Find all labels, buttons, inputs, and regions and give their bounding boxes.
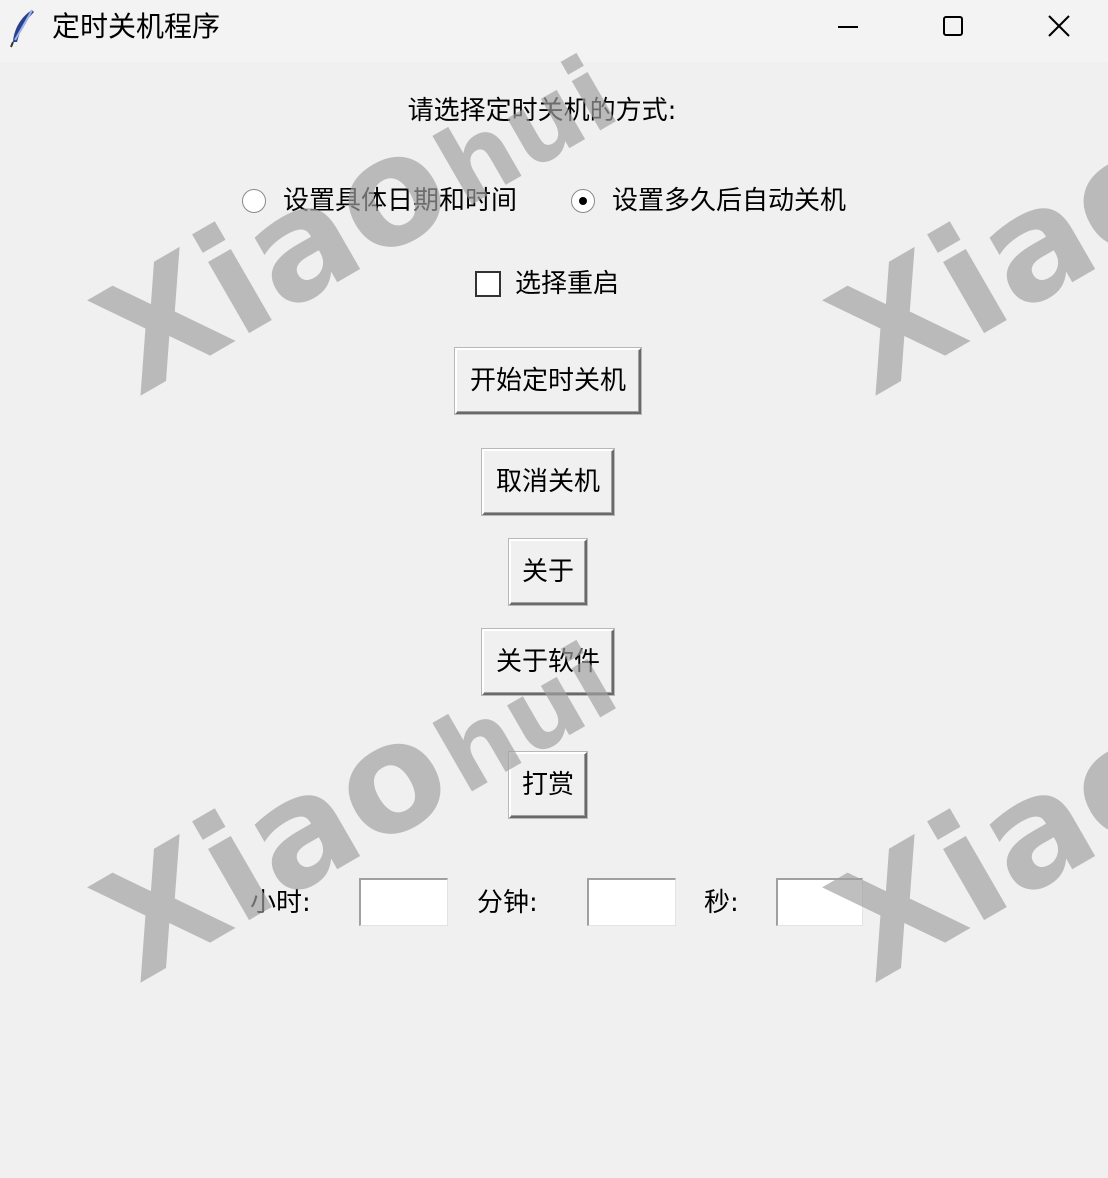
mode-prompt: 请选择定时关机的方式: xyxy=(407,96,677,126)
minutes-input[interactable] xyxy=(587,878,676,926)
checkbox-box[interactable] xyxy=(475,271,501,297)
window-title: 定时关机程序 xyxy=(52,10,221,43)
radio-countdown[interactable]: 设置多久后自动关机 xyxy=(571,184,846,218)
minimize-button[interactable] xyxy=(796,0,900,54)
watermark-text: Xiao xyxy=(804,679,1108,1016)
about-button[interactable]: 关于 xyxy=(509,539,587,605)
cancel-shutdown-button[interactable]: 取消关机 xyxy=(482,449,614,515)
radio-label: 设置具体日期和时间 xyxy=(283,186,518,216)
checkbox-label: 选择重启 xyxy=(515,269,620,299)
maximize-button[interactable] xyxy=(900,0,1004,54)
radio-button-indicator[interactable] xyxy=(571,189,595,213)
about-software-button[interactable]: 关于软件 xyxy=(482,629,614,695)
start-shutdown-button[interactable]: 开始定时关机 xyxy=(455,348,641,414)
watermark: Xiao hui xyxy=(804,8,1108,428)
watermark-text: Xiao xyxy=(69,679,478,1016)
app-window: 定时关机程序 请选择定时关机的方式: 设置具体日期和时间 设置多久后自动关机 选… xyxy=(0,0,1108,1178)
maximize-icon xyxy=(943,16,963,36)
minutes-label: 分钟: xyxy=(477,888,538,918)
hours-input[interactable] xyxy=(359,878,448,926)
radio-selected-dot xyxy=(579,197,587,205)
reward-button[interactable]: 打赏 xyxy=(509,752,587,818)
seconds-input[interactable] xyxy=(776,878,863,926)
watermark-text: Xiao xyxy=(804,92,1108,429)
title-bar[interactable]: 定时关机程序 xyxy=(0,0,1108,62)
radio-button-indicator[interactable] xyxy=(242,189,266,213)
radio-specific-datetime[interactable]: 设置具体日期和时间 xyxy=(242,184,517,218)
watermark-text: Xiao xyxy=(69,92,478,429)
seconds-label: 秒: xyxy=(704,888,739,918)
radio-label: 设置多久后自动关机 xyxy=(612,186,847,216)
feather-icon xyxy=(8,8,38,48)
minimize-icon xyxy=(838,26,858,28)
close-button[interactable] xyxy=(1004,0,1108,54)
watermark: Xiao hui xyxy=(804,595,1108,1015)
close-icon xyxy=(1048,15,1070,37)
reboot-checkbox[interactable]: 选择重启 xyxy=(475,267,619,301)
hours-label: 小时: xyxy=(250,888,311,918)
